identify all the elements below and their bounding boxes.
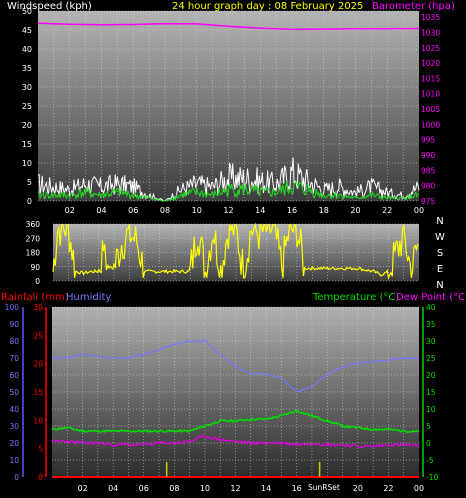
- rainfall-tick-label: 30: [33, 303, 43, 312]
- temperature-tick-label: 10: [426, 405, 436, 414]
- x-tick-label: 06: [139, 484, 149, 493]
- barometer-tick-label: 1005: [421, 105, 440, 114]
- x-tick-label: 20: [350, 206, 360, 215]
- rainfall-tick-label: 0: [38, 473, 43, 482]
- barometer-tick-label: 1035: [421, 13, 440, 22]
- windspeed-tick-label: 15: [22, 140, 32, 149]
- rainfall-tick-label: 20: [33, 360, 43, 369]
- barometer-tick-label: 1015: [421, 74, 440, 83]
- x-tick-label: 22: [382, 206, 392, 215]
- compass-n-bottom: N: [436, 280, 443, 291]
- temperature-tick-label: 35: [426, 320, 436, 329]
- x-tick-label: 02: [65, 206, 75, 215]
- humidity-tick-label: 70: [9, 354, 19, 363]
- direction-tick-label: 180: [26, 249, 41, 258]
- x-tick-label: 10: [192, 206, 202, 215]
- temperature-tick-label: 40: [426, 303, 436, 312]
- humidity-tick-label: 80: [9, 337, 19, 346]
- barometer-tick-label: 1030: [421, 28, 440, 37]
- temperature-tick-label: 0: [426, 439, 431, 448]
- sunrise-sunset-label: SunRSet: [308, 483, 340, 492]
- x-tick-label: 06: [128, 206, 138, 215]
- compass-w: W: [435, 232, 445, 243]
- direction-tick-label: 270: [26, 234, 41, 243]
- compass-s: S: [437, 248, 443, 259]
- humidity-tick-label: 100: [5, 303, 20, 312]
- x-tick-label: 16: [287, 206, 297, 215]
- x-tick-label: 14: [261, 484, 271, 493]
- x-tick-label: 22: [383, 484, 393, 493]
- x-tick-label: 18: [319, 206, 329, 215]
- compass-e: E: [437, 264, 443, 275]
- temperature-tick-label: 30: [426, 337, 436, 346]
- rainfall-tick-label: 5: [38, 445, 43, 454]
- windspeed-tick-label: 20: [22, 121, 32, 130]
- x-tick-label: 04: [96, 206, 106, 215]
- humidity-label: Humidity: [66, 292, 111, 303]
- x-tick-label: 02: [77, 484, 87, 493]
- windspeed-tick-label: 35: [22, 64, 32, 73]
- temperature-label: Temperature (°C): [312, 292, 399, 303]
- temperature-tick-label: 15: [426, 388, 436, 397]
- barometer-tick-label: 995: [421, 136, 436, 145]
- direction-tick-label: 90: [30, 263, 40, 272]
- x-tick-label: 10: [200, 484, 210, 493]
- compass-n-top: N: [436, 216, 443, 227]
- barometer-tick-label: 985: [421, 166, 436, 175]
- windspeed-tick-label: 45: [22, 26, 32, 35]
- barometer-tick-label: 1025: [421, 44, 440, 53]
- rainfall-tick-label: 25: [33, 331, 43, 340]
- x-tick-label: 12: [223, 206, 233, 215]
- x-tick-label: 00: [414, 206, 424, 215]
- barometer-tick-label: 1020: [421, 59, 440, 68]
- humidity-tick-label: 0: [14, 473, 19, 482]
- windspeed-tick-label: 10: [22, 159, 32, 168]
- temperature-tick-label: 5: [426, 422, 431, 431]
- x-tick-label: 12: [230, 484, 240, 493]
- x-tick-label: 00: [414, 484, 424, 493]
- weather-graph: 0510152025303540455097598098599099510001…: [1, 1, 466, 493]
- barometer-tick-label: 980: [421, 182, 436, 191]
- barometer-label: Barometer (hpa): [372, 1, 455, 12]
- direction-tick-label: 0: [35, 277, 40, 286]
- rainfall-tick-label: 10: [33, 416, 43, 425]
- humidity-tick-label: 10: [9, 456, 19, 465]
- x-tick-label: 20: [353, 484, 363, 493]
- windspeed-tick-label: 30: [22, 83, 32, 92]
- humidity-tick-label: 50: [9, 388, 19, 397]
- rainfall-label: Rainfall (mm): [1, 292, 69, 303]
- x-tick-label: 14: [255, 206, 265, 215]
- barometer-tick-label: 990: [421, 151, 436, 160]
- chart-title: 24 hour graph day : 08 February 2025: [172, 1, 363, 12]
- direction-tick-label: 360: [26, 220, 41, 229]
- temperature-tick-label: -10: [426, 473, 438, 482]
- x-tick-label: 08: [169, 484, 179, 493]
- barometer-tick-label: 975: [421, 197, 436, 206]
- humidity-tick-label: 30: [9, 422, 19, 431]
- temperature-tick-label: 25: [426, 354, 436, 363]
- temperature-tick-label: 20: [426, 371, 436, 380]
- humidity-tick-label: 40: [9, 405, 19, 414]
- dewpoint-label: Dew Point (°C): [396, 292, 466, 303]
- x-tick-label: 04: [108, 484, 118, 493]
- windspeed-tick-label: 25: [22, 102, 32, 111]
- x-tick-label: 16: [292, 484, 302, 493]
- windspeed-tick-label: 40: [22, 45, 32, 54]
- humidity-tick-label: 90: [9, 320, 19, 329]
- humidity-tick-label: 20: [9, 439, 19, 448]
- rainfall-tick-label: 15: [33, 388, 43, 397]
- humidity-tick-label: 60: [9, 371, 19, 380]
- x-tick-label: 08: [160, 206, 170, 215]
- temperature-tick-label: -5: [426, 456, 434, 465]
- windspeed-label: Windspeed (kph): [7, 1, 92, 12]
- windspeed-tick-label: 0: [27, 197, 32, 206]
- windspeed-tick-label: 5: [27, 178, 32, 187]
- barometer-tick-label: 1000: [421, 120, 440, 129]
- barometer-tick-label: 1010: [421, 90, 440, 99]
